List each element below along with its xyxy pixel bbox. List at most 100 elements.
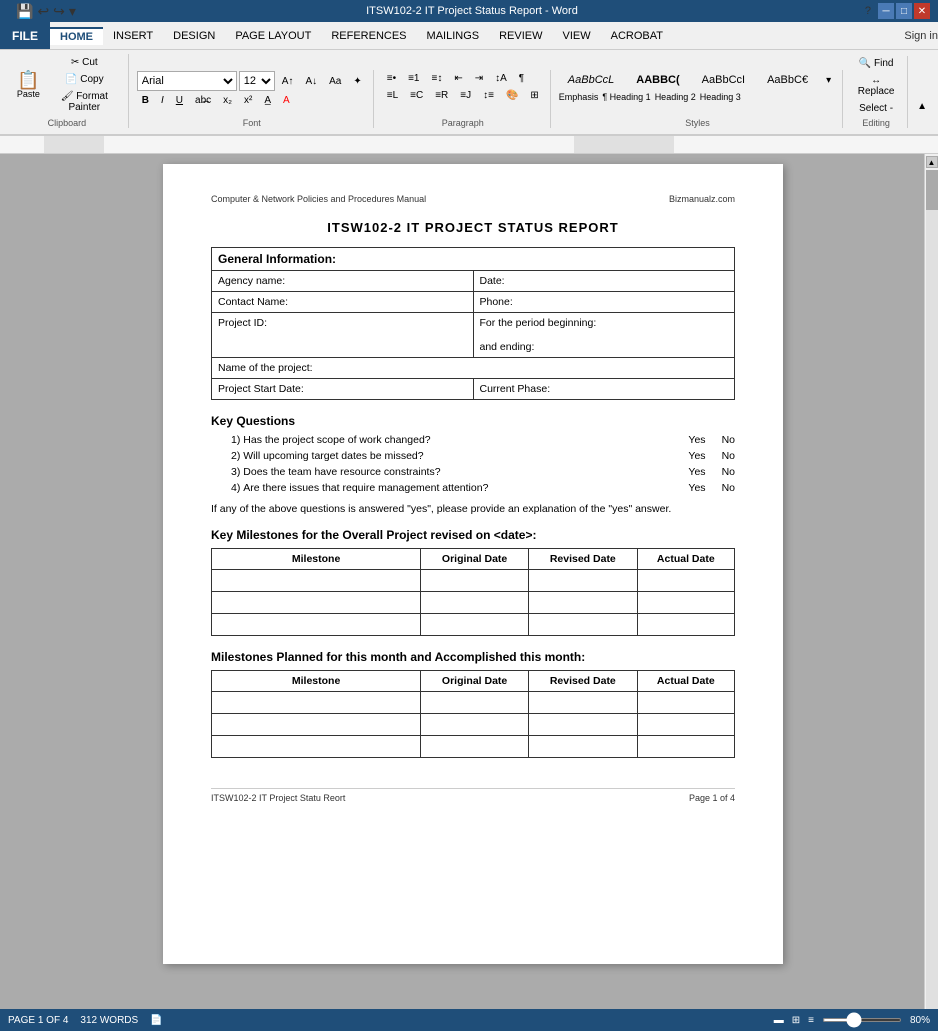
increase-indent-button[interactable]: ⇥	[470, 71, 488, 86]
m2-r2-revised	[529, 713, 638, 735]
save-button[interactable]: 💾	[16, 3, 33, 20]
maximize-button[interactable]: □	[896, 3, 912, 19]
format-painter-button[interactable]: 🖌 Format Painter	[47, 89, 122, 115]
tab-mailings[interactable]: MAILINGS	[417, 26, 490, 46]
font-size-select[interactable]: 12	[239, 71, 275, 91]
q4-yes-no: Yes No	[688, 482, 735, 494]
ribbon: 📋 Paste ✂ Cut 📄 Copy 🖌 Format Painter Cl…	[0, 50, 938, 136]
style-heading1[interactable]: AABBC(	[627, 71, 688, 89]
select-button[interactable]: Select -	[851, 101, 901, 116]
question-4: 4) Are there issues that require managem…	[231, 482, 735, 494]
redo-button[interactable]: ↪	[53, 3, 65, 20]
change-case-button[interactable]: Aa	[324, 74, 346, 89]
project-start-row: Project Start Date: Current Phase:	[212, 379, 735, 400]
cut-button[interactable]: ✂ Cut	[47, 55, 122, 70]
show-hide-button[interactable]: ¶	[514, 71, 529, 86]
contact-row: Contact Name: Phone:	[212, 292, 735, 313]
font-row2: B I U ab̶c x₂ x² A̲ A	[137, 93, 295, 108]
m1-r3-original	[421, 613, 529, 635]
styles-labels: Emphasis ¶ Heading 1 Heading 2 Heading 3	[559, 92, 741, 102]
font-label: Font	[137, 116, 367, 128]
replace-button[interactable]: ↔ Replace	[851, 73, 901, 99]
milestones1-title: Key Milestones for the Overall Project r…	[211, 528, 735, 542]
tab-references[interactable]: REFERENCES	[321, 26, 416, 46]
m2-r2-milestone	[212, 713, 421, 735]
align-center-button[interactable]: ≡C	[405, 88, 428, 103]
tab-home[interactable]: HOME	[50, 27, 103, 45]
ruler-area	[44, 136, 938, 153]
q3-text: Does the team have resource constraints?	[243, 466, 680, 478]
bold-button[interactable]: B	[137, 93, 154, 108]
font-color-button[interactable]: A	[278, 93, 295, 108]
m1-r2-actual	[637, 591, 734, 613]
tab-design[interactable]: DESIGN	[163, 26, 225, 46]
m1-r3-revised	[529, 613, 638, 635]
grow-font-button[interactable]: A↑	[277, 74, 299, 89]
q2-no: No	[722, 450, 735, 462]
left-margin	[0, 154, 22, 1030]
borders-button[interactable]: ⊞	[525, 88, 543, 103]
minimize-button[interactable]: ─	[878, 3, 894, 19]
copy-button[interactable]: 📄 Copy	[47, 72, 122, 87]
subscript-button[interactable]: x₂	[218, 93, 237, 108]
undo-button[interactable]: ↩	[37, 3, 49, 20]
sort-button[interactable]: ↕A	[490, 71, 512, 86]
scroll-thumb-handle[interactable]	[926, 170, 938, 210]
numbering-button[interactable]: ≡1	[403, 71, 424, 86]
close-button[interactable]: ✕	[914, 3, 930, 19]
scroll-up-button[interactable]: ▲	[926, 156, 938, 168]
m2-row-1	[212, 691, 735, 713]
decrease-indent-button[interactable]: ⇤	[449, 71, 467, 86]
styles-more-button[interactable]: ▾	[821, 73, 836, 88]
m2-row-3	[212, 735, 735, 757]
style-heading3[interactable]: AaBbC€	[758, 71, 817, 89]
customize-button[interactable]: ▾	[69, 3, 76, 20]
collapse-ribbon-button[interactable]: ▲	[912, 99, 932, 114]
tab-acrobat[interactable]: ACROBAT	[601, 26, 673, 46]
footer-right: Page 1 of 4	[689, 793, 735, 803]
layout-web-button[interactable]: ⊞	[792, 1015, 800, 1026]
layout-print-button[interactable]: ▬	[774, 1015, 784, 1026]
m1-row-2	[212, 591, 735, 613]
style-heading2[interactable]: AaBbCcI	[693, 71, 754, 89]
layout-outline-button[interactable]: ≡	[808, 1015, 814, 1026]
line-spacing-button[interactable]: ↕≡	[478, 88, 499, 103]
right-scrollbar[interactable]: ▲ ▼	[924, 154, 938, 1030]
underline-button[interactable]: U	[171, 93, 188, 108]
font-name-select[interactable]: Arial	[137, 71, 237, 91]
justify-button[interactable]: ≡J	[455, 88, 476, 103]
align-left-button[interactable]: ≡L	[382, 88, 403, 103]
text-highlight-button[interactable]: A̲	[259, 93, 276, 108]
scroll-area[interactable]: Computer & Network Policies and Procedur…	[22, 154, 924, 1030]
q3-yes-no: Yes No	[688, 466, 735, 478]
bullets-button[interactable]: ≡•	[382, 71, 401, 86]
paste-button[interactable]: 📋 Paste	[12, 68, 45, 102]
tab-page-layout[interactable]: PAGE LAYOUT	[225, 26, 321, 46]
styles-label: Styles	[559, 116, 836, 128]
italic-button[interactable]: I	[156, 93, 169, 108]
style-emphasis[interactable]: AaBbCcL	[559, 71, 623, 89]
milestones2-title: Milestones Planned for this month and Ac…	[211, 650, 735, 664]
superscript-button[interactable]: x²	[239, 93, 257, 108]
m1-r1-original	[421, 569, 529, 591]
paragraph-label: Paragraph	[382, 116, 544, 128]
q3-yes: Yes	[688, 466, 705, 478]
tab-review[interactable]: REVIEW	[489, 26, 552, 46]
multilevel-button[interactable]: ≡↕	[426, 71, 447, 86]
strikethrough-button[interactable]: ab̶c	[190, 93, 216, 108]
shading-button[interactable]: 🎨	[501, 88, 523, 103]
zoom-slider[interactable]	[822, 1018, 902, 1022]
align-right-button[interactable]: ≡R	[430, 88, 453, 103]
sign-in-link[interactable]: Sign in	[904, 30, 938, 42]
ribbon-collapse: ▲	[912, 99, 932, 128]
find-button[interactable]: 🔍 Find	[851, 56, 901, 71]
clear-format-button[interactable]: ✦	[348, 74, 366, 89]
tab-insert[interactable]: INSERT	[103, 26, 163, 46]
shrink-font-button[interactable]: A↓	[300, 74, 322, 89]
m2-r3-actual	[637, 735, 734, 757]
q4-yes: Yes	[688, 482, 705, 494]
file-menu[interactable]: FILE	[0, 22, 50, 49]
question-2: 2) Will upcoming target dates be missed?…	[231, 450, 735, 462]
help-button[interactable]: ?	[860, 3, 876, 19]
tab-view[interactable]: VIEW	[553, 26, 601, 46]
